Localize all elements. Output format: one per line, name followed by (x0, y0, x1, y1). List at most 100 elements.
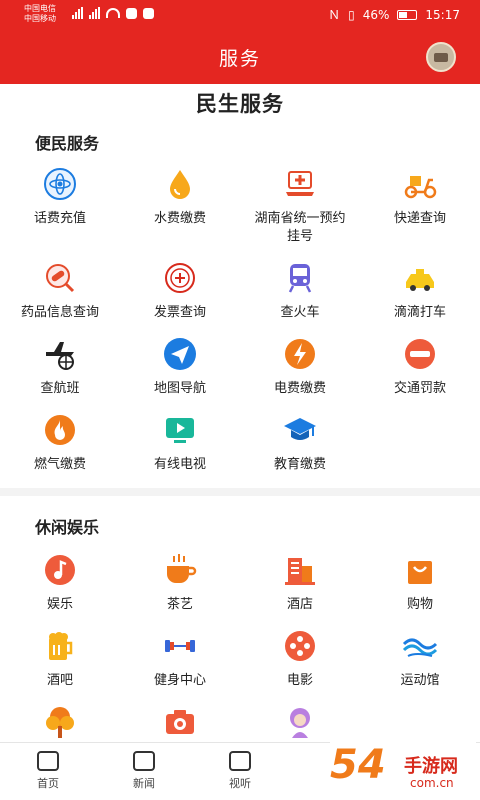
service-item[interactable]: 查航班 (0, 336, 120, 398)
flame-icon (42, 412, 78, 448)
service-label: 地图导航 (153, 381, 206, 396)
watermark-logo: 54 手游网 com.cn (330, 742, 476, 800)
service-label: 酒店 (286, 597, 313, 612)
notification-icon (126, 7, 137, 19)
service-item[interactable]: 酒店 (240, 552, 360, 614)
service-label: 购物 (406, 597, 433, 612)
service-label: 有线电视 (153, 457, 206, 472)
service-item[interactable]: 运动馆 (360, 628, 480, 690)
service-label: 茶艺 (166, 597, 193, 612)
service-label: 电影 (286, 673, 313, 688)
service-item[interactable]: 药品信息查询 (0, 260, 120, 322)
beauty-icon (282, 704, 318, 740)
water-drop-icon (162, 166, 198, 202)
carrier-2: 中国移动 (24, 14, 56, 23)
tv-play-icon (162, 412, 198, 448)
train-icon (282, 260, 318, 296)
service-label: 水费缴费 (153, 211, 206, 226)
section-title-services: 便民服务 (35, 134, 100, 153)
service-item[interactable]: 发票查询 (120, 260, 240, 322)
service-item[interactable]: 酒吧 (0, 628, 120, 690)
tab-label: 视听 (229, 777, 251, 790)
graduation-cap-icon (282, 412, 318, 448)
invoice-seal-icon (162, 260, 198, 296)
service-item[interactable]: 娱乐 (0, 552, 120, 614)
tab-home[interactable]: 首页 (18, 751, 78, 791)
watermark-sub: com.cn (410, 776, 454, 790)
battery-icon (397, 9, 418, 20)
service-item[interactable]: 电费缴费 (240, 336, 360, 398)
service-item[interactable]: 茶艺 (120, 552, 240, 614)
service-item[interactable]: 快递查询 (360, 166, 480, 228)
status-left-icons (72, 7, 154, 19)
section-divider (0, 488, 480, 496)
service-label: 燃气缴费 (33, 457, 86, 472)
service-item[interactable]: 湖南省统一预约挂号 (240, 166, 360, 246)
tab-video[interactable]: 视听 (210, 751, 270, 791)
service-label: 交通罚款 (393, 381, 446, 396)
home-icon (37, 751, 59, 771)
section-title-leisure: 休闲娱乐 (35, 518, 100, 537)
swim-wave-icon (402, 628, 438, 664)
status-right: Ｎ ▯ 46% 15:17 (328, 6, 460, 23)
clock: 15:17 (425, 7, 460, 22)
service-item[interactable]: 水费缴费 (120, 166, 240, 228)
service-item[interactable]: 健身中心 (120, 628, 240, 690)
tab-news[interactable]: 新闻 (114, 751, 174, 791)
service-item[interactable]: 地图导航 (120, 336, 240, 398)
camera-icon (162, 704, 198, 740)
service-label: 话费充值 (33, 211, 86, 226)
service-item[interactable]: 查火车 (240, 260, 360, 322)
service-item[interactable]: 教育缴费 (240, 412, 360, 474)
wifi-icon (106, 8, 120, 18)
page-title: 民生服务 (196, 92, 284, 116)
navigation-arrow-icon (162, 336, 198, 372)
hotel-building-icon (282, 552, 318, 588)
watermark-number: 54 (330, 742, 386, 788)
music-note-icon (42, 552, 78, 588)
watermark-title: 手游网 (404, 756, 458, 777)
news-icon (133, 751, 155, 771)
service-item[interactable]: 滴滴打车 (360, 260, 480, 322)
service-label: 查火车 (280, 305, 320, 320)
service-label: 娱乐 (46, 597, 73, 612)
service-label: 教育缴费 (273, 457, 326, 472)
status-bar: 中国电信 中国移动 Ｎ ▯ 46% 15:17 (0, 0, 480, 30)
service-label: 发票查询 (153, 305, 206, 320)
delivery-scooter-icon (402, 166, 438, 202)
service-item[interactable]: 燃气缴费 (0, 412, 120, 474)
carrier-names: 中国电信 中国移动 (24, 4, 56, 24)
service-label: 电费缴费 (273, 381, 326, 396)
service-item[interactable]: 交通罚款 (360, 336, 480, 398)
service-item[interactable]: 话费充值 (0, 166, 120, 228)
film-reel-icon (282, 628, 318, 664)
nav-title: 服务 (218, 48, 261, 70)
no-entry-icon (402, 336, 438, 372)
video-icon (229, 751, 251, 771)
service-label: 药品信息查询 (20, 305, 99, 320)
airplane-icon (42, 336, 78, 372)
service-label: 健身中心 (153, 673, 206, 688)
top-navbar: 服务 (0, 30, 480, 84)
service-item[interactable]: 有线电视 (120, 412, 240, 474)
taxi-icon (402, 260, 438, 296)
service-label: 湖南省统一预约挂号 (254, 211, 346, 244)
phone-recharge-icon (42, 166, 78, 202)
carrier-1: 中国电信 (24, 4, 56, 13)
vibrate-icon: ▯ (348, 7, 355, 22)
tab-label: 首页 (37, 777, 59, 790)
tree-icon (42, 704, 78, 740)
shopping-bag-icon (402, 552, 438, 588)
service-item[interactable]: 购物 (360, 552, 480, 614)
nfc-icon: Ｎ (328, 8, 341, 22)
lightning-icon (282, 336, 318, 372)
service-label: 查航班 (40, 381, 80, 396)
service-item[interactable]: 电影 (240, 628, 360, 690)
message-icon (143, 7, 154, 19)
beer-mug-icon (42, 628, 78, 664)
hospital-laptop-icon (282, 166, 318, 202)
tab-label: 新闻 (133, 777, 155, 790)
avatar[interactable] (426, 42, 456, 72)
service-label: 滴滴打车 (393, 305, 446, 320)
service-label: 运动馆 (400, 673, 440, 688)
